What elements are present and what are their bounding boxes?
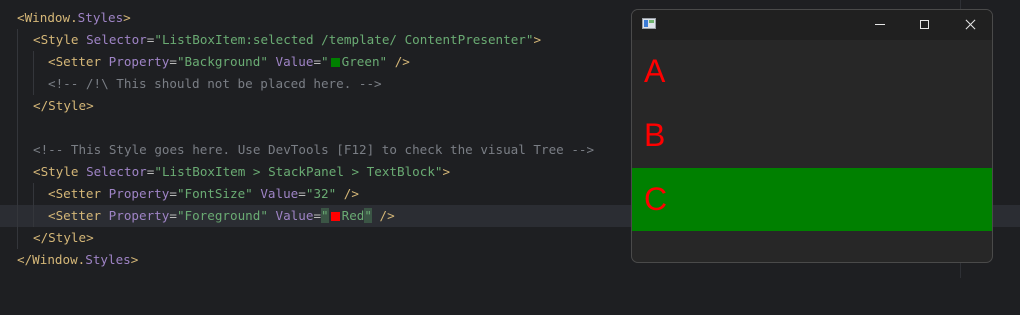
token: </ <box>33 98 49 113</box>
token: > <box>123 10 131 25</box>
token: Value <box>275 54 314 69</box>
token: Selector <box>86 164 147 179</box>
token: </ <box>33 230 49 245</box>
green-color-swatch-icon[interactable] <box>330 58 340 67</box>
indent-guide <box>17 183 18 205</box>
window-titlebar[interactable] <box>632 10 992 40</box>
token: > <box>130 252 139 267</box>
token: Style <box>40 32 87 47</box>
token: = <box>298 186 306 201</box>
token: Style <box>48 98 87 113</box>
token: < <box>33 164 41 179</box>
indent-guide <box>17 139 18 161</box>
token: = <box>313 54 322 69</box>
token: " <box>364 208 372 223</box>
indent-guide <box>33 51 34 73</box>
indent-guide <box>17 73 18 95</box>
token: </ <box>17 252 33 267</box>
token: "ListBoxItem > StackPanel > TextBlock" <box>154 164 443 179</box>
token: > <box>442 164 451 179</box>
minimize-button[interactable] <box>857 10 903 40</box>
token: < <box>48 208 56 223</box>
red-color-swatch-icon[interactable] <box>330 212 340 221</box>
code-comment: <!-- This Style goes here. Use DevTools … <box>33 142 595 157</box>
token: " <box>321 208 329 223</box>
indent-guide <box>17 29 18 51</box>
token: > <box>86 230 94 245</box>
token: Style <box>48 230 87 245</box>
indent-guide <box>33 205 34 227</box>
token: Value <box>275 208 314 223</box>
token: < <box>48 186 56 201</box>
token: "FontSize" <box>176 186 261 201</box>
token: Styles <box>85 252 131 267</box>
token: > <box>533 32 542 47</box>
token: < <box>48 54 56 69</box>
token: Window. <box>32 252 86 267</box>
token: "ListBoxItem:selected /template/ Content… <box>154 32 534 47</box>
list-item-selected[interactable]: C <box>632 168 992 231</box>
app-icon <box>642 18 656 29</box>
token: Setter <box>55 208 109 223</box>
indent-guide <box>17 95 18 117</box>
token: Property <box>108 208 170 223</box>
token: Property <box>108 186 170 201</box>
list-item-label: B <box>644 117 666 153</box>
code-comment: <!-- /!\ This should not be placed here.… <box>48 76 382 91</box>
token: = <box>169 186 177 201</box>
token: "32" <box>305 186 337 201</box>
token: Value <box>260 186 299 201</box>
token: /> <box>371 208 395 223</box>
token: Style <box>40 164 87 179</box>
token: " <box>321 54 329 69</box>
maximize-button[interactable] <box>902 10 948 40</box>
token: Red <box>341 208 365 223</box>
token: = <box>169 208 177 223</box>
token: Green <box>341 54 380 69</box>
indent-guide <box>33 183 34 205</box>
list-item-label: C <box>644 181 668 217</box>
token: Window. <box>24 10 78 25</box>
token: > <box>86 98 94 113</box>
token: /> <box>387 54 410 69</box>
token: Setter <box>55 186 109 201</box>
token: "Background" <box>176 54 276 69</box>
token: = <box>169 54 177 69</box>
token: < <box>33 32 41 47</box>
token: "Foreground" <box>176 208 276 223</box>
indent-guide <box>17 161 18 183</box>
indent-guide <box>17 51 18 73</box>
indent-guide <box>17 205 18 227</box>
token: " <box>379 54 388 69</box>
app-window[interactable]: A B C <box>631 9 993 263</box>
token: Setter <box>55 54 109 69</box>
list-item[interactable]: B <box>632 104 992 167</box>
list-item-label: A <box>644 53 666 89</box>
token: Selector <box>86 32 147 47</box>
token: < <box>17 10 25 25</box>
token: Property <box>108 54 170 69</box>
list-item[interactable]: A <box>632 40 992 103</box>
indent-guide <box>33 73 34 95</box>
indent-guide <box>17 117 18 139</box>
close-button[interactable] <box>947 10 992 40</box>
token: = <box>313 208 322 223</box>
indent-guide <box>17 227 18 249</box>
token: Styles <box>77 10 124 25</box>
token: /> <box>336 186 359 201</box>
